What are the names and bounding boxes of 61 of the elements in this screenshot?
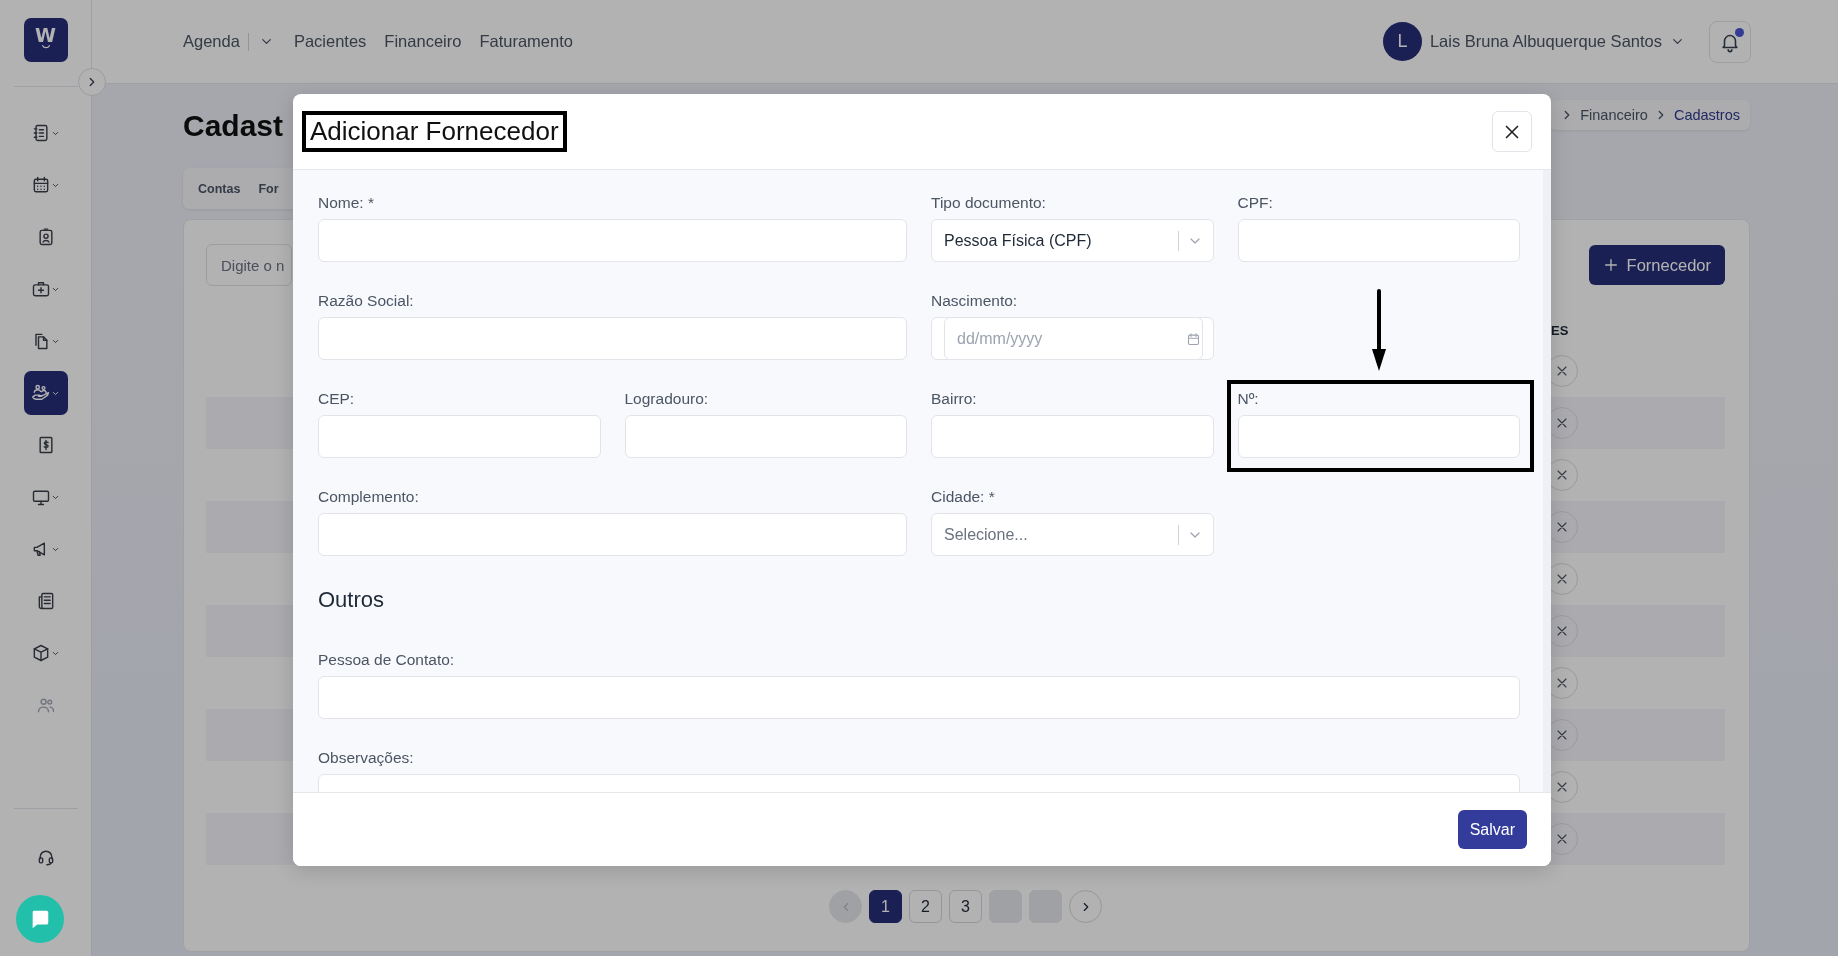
field-label: Nome: * xyxy=(318,194,375,212)
dialog-title: Adicionar Fornecedor xyxy=(302,111,567,152)
text-field[interactable] xyxy=(1237,415,1520,458)
calendar-icon xyxy=(1185,332,1201,347)
field-label: Tipo documento: xyxy=(931,194,1047,212)
close-button[interactable] xyxy=(1492,111,1532,152)
field-label: CPF: xyxy=(1237,194,1274,212)
field-label: Nº: xyxy=(1237,390,1260,408)
user-avatar: L xyxy=(1382,22,1422,61)
notebook-icon xyxy=(31,123,51,143)
field-label: Nascimento: xyxy=(931,292,1019,310)
box-icon xyxy=(31,643,51,663)
hand-with-people-icon xyxy=(31,383,51,403)
sidebar-item[interactable] xyxy=(23,371,68,415)
select-field[interactable]: Pessoa Física (CPF) xyxy=(931,219,1214,262)
field-label: Razão Social: xyxy=(318,292,415,310)
page-button[interactable]: 3 xyxy=(949,890,982,923)
text-field[interactable] xyxy=(931,415,1214,458)
text-field[interactable] xyxy=(318,317,907,360)
text-field[interactable] xyxy=(1237,219,1520,262)
medical-kit-icon xyxy=(31,279,51,299)
app-logo[interactable]: W xyxy=(23,18,68,62)
select-field[interactable]: Selecione... xyxy=(931,513,1214,556)
user-name: Lais Bruna Albuquerque Santos xyxy=(1429,32,1662,51)
next-page-button[interactable] xyxy=(1069,890,1102,923)
page-title: Cadast xyxy=(183,109,284,143)
calendar-icon xyxy=(31,175,51,195)
field-label: Complemento: xyxy=(318,488,420,506)
save-button[interactable]: Salvar xyxy=(1457,810,1527,849)
field-label: Bairro: xyxy=(931,390,978,408)
text-field[interactable] xyxy=(318,513,907,556)
field-label: Logradouro: xyxy=(624,390,710,408)
column-header: ES xyxy=(1550,323,1569,338)
nav-link[interactable]: Faturamento xyxy=(479,32,573,51)
nav-link[interactable]: Financeiro xyxy=(384,32,462,51)
search-field[interactable]: Digite o n xyxy=(206,244,292,286)
breadcrumb-link[interactable]: Cadastros xyxy=(1673,107,1740,123)
field-label: Observações: xyxy=(318,749,415,767)
text-field[interactable] xyxy=(318,219,907,262)
page-button[interactable]: 1 xyxy=(869,890,902,923)
text-field[interactable] xyxy=(318,415,601,458)
nav-link[interactable]: Pacientes xyxy=(293,32,367,51)
nav-link[interactable]: Agenda xyxy=(183,32,240,51)
text-field[interactable] xyxy=(318,676,1520,719)
field-label: CEP: xyxy=(318,390,356,408)
add-supplier-button[interactable]: Fornecedor xyxy=(1588,245,1725,285)
field-label: Pessoa de Contato: xyxy=(318,651,456,669)
field-label: Cidade: * xyxy=(931,488,996,506)
sidebar-toggle-button[interactable] xyxy=(78,68,106,96)
tab[interactable]: Contas xyxy=(198,181,241,196)
user-menu[interactable]: L Lais Bruna Albuquerque Santos xyxy=(1382,22,1685,61)
monitor-icon xyxy=(31,487,51,507)
section-heading: Outros xyxy=(318,586,386,614)
users-icon xyxy=(35,695,56,715)
plus-icon xyxy=(1602,257,1619,273)
breadcrumb-link[interactable]: Financeiro xyxy=(1580,107,1648,123)
notifications-button[interactable] xyxy=(1709,20,1751,63)
date-field[interactable]: dd/mm/yyyy xyxy=(944,317,1203,360)
tab[interactable]: For xyxy=(258,181,279,196)
text-field[interactable] xyxy=(624,415,907,458)
page-button[interactable]: 2 xyxy=(909,890,942,923)
